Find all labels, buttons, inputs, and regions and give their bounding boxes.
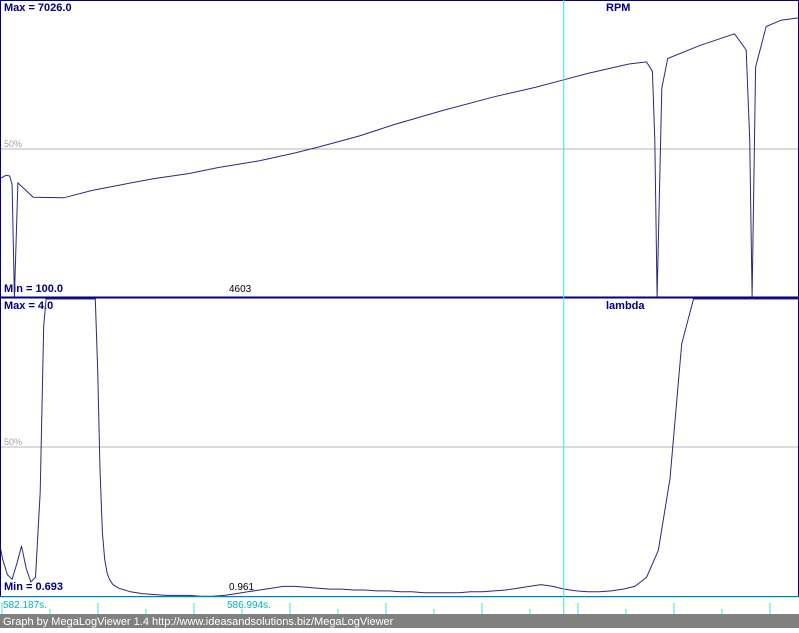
rpm-series-label: RPM	[606, 2, 630, 14]
time-start-label: 582.187s.	[3, 600, 47, 611]
time-cursor-label: 586.994s.	[227, 600, 271, 611]
lambda-mid-label: 50%	[4, 437, 22, 447]
footer-credit: Graph by MegaLogViewer 1.4 http://www.id…	[3, 616, 394, 628]
log-viewer[interactable]: 50% Max = 7026.0 RPM Min = 100.0 4603 50…	[0, 0, 799, 628]
canvas-background	[0, 0, 799, 628]
rpm-max-label: Max = 7026.0	[4, 2, 72, 14]
chart-canvas[interactable]: 50% Max = 7026.0 RPM Min = 100.0 4603 50…	[0, 0, 799, 628]
lambda-series-label: lambda	[606, 300, 645, 312]
lambda-min-label: Min = 0.693	[4, 581, 63, 593]
rpm-cursor-value: 4603	[229, 284, 252, 295]
rpm-mid-label: 50%	[4, 139, 22, 149]
rpm-min-label: Min = 100.0	[4, 283, 63, 295]
